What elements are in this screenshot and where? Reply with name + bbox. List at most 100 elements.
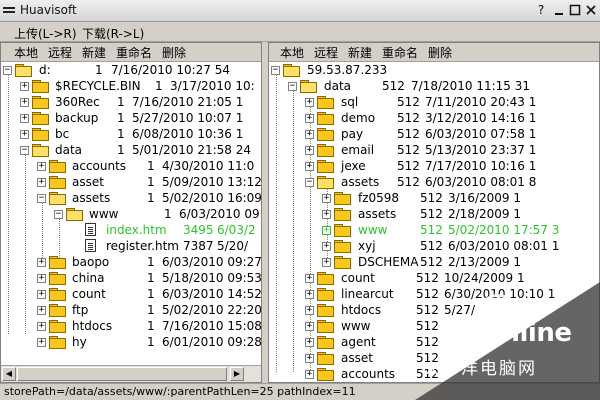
scroll-left-arrow-icon[interactable]: ◀ — [2, 367, 16, 381]
close-button[interactable] — [584, 3, 598, 17]
row-label: pay — [341, 127, 364, 141]
minimize-icon — [555, 13, 563, 15]
row-size: 512 — [397, 127, 420, 141]
expand-icon[interactable]: + — [37, 178, 46, 187]
expand-icon[interactable]: + — [322, 258, 331, 267]
row-label: assets — [358, 207, 397, 221]
row-size: 512 — [397, 143, 420, 157]
row-size: 512 — [420, 207, 443, 221]
expand-icon[interactable]: + — [305, 98, 314, 107]
expand-icon[interactable]: + — [37, 258, 46, 267]
row-label: www — [89, 207, 119, 221]
expand-icon[interactable]: + — [322, 194, 331, 203]
tree-line — [42, 200, 43, 258]
local-delete-button[interactable]: 删除 — [162, 44, 186, 61]
folder-icon — [49, 320, 66, 333]
expand-icon[interactable]: + — [305, 354, 314, 363]
folder-icon — [32, 128, 49, 141]
remote-tab-local[interactable]: 本地 — [280, 44, 304, 61]
expand-icon[interactable]: + — [37, 162, 46, 171]
folder-open-icon — [300, 80, 317, 93]
local-toolbar: 本地 远程 新建 重命名 删除 — [1, 43, 261, 62]
expand-icon[interactable]: + — [305, 338, 314, 347]
expand-icon[interactable]: + — [37, 306, 46, 315]
folder-icon — [334, 208, 351, 221]
expand-icon[interactable]: + — [37, 274, 46, 283]
row-size: 1 — [117, 111, 125, 125]
row-size: 1 — [147, 287, 155, 301]
collapse-icon[interactable]: − — [37, 194, 46, 203]
collapse-icon[interactable]: − — [271, 66, 280, 75]
row-label: www — [358, 223, 388, 237]
row-label: assets — [72, 191, 111, 205]
expand-icon[interactable]: + — [305, 370, 314, 379]
horizontal-scrollbar[interactable]: ◀ ▶ — [1, 365, 261, 382]
expand-icon[interactable]: + — [20, 98, 29, 107]
scroll-right-arrow-icon[interactable]: ▶ — [230, 367, 244, 381]
expand-icon[interactable]: + — [20, 82, 29, 91]
remote-delete-button[interactable]: 删除 — [428, 44, 452, 61]
row-size: 1 — [147, 319, 155, 333]
row-date: 6/03/2010 09:27 — [162, 255, 262, 269]
folder-icon — [32, 112, 49, 125]
row-date: 6/03/2 — [217, 223, 256, 237]
expand-icon[interactable]: + — [305, 290, 314, 299]
expand-icon[interactable]: + — [37, 322, 46, 331]
row-date: 7/16/2010 10:27 54 — [111, 63, 231, 77]
expand-icon[interactable]: + — [322, 210, 331, 219]
remote-tab-remote[interactable]: 远程 — [314, 44, 338, 61]
remote-new-button[interactable]: 新建 — [348, 44, 372, 61]
expand-icon[interactable]: + — [305, 146, 314, 155]
help-button[interactable]: ? — [534, 3, 548, 17]
row-size: 1 — [147, 271, 155, 285]
collapse-icon[interactable]: − — [305, 178, 314, 187]
row-date: 5/13/2010 23:37 1 — [425, 143, 537, 157]
collapse-icon[interactable]: − — [3, 66, 12, 75]
menu-upload[interactable]: 上传(L->R) — [14, 25, 77, 42]
expand-icon[interactable]: + — [20, 114, 29, 123]
scrollbar-thumb[interactable] — [17, 367, 227, 381]
expand-icon[interactable]: + — [322, 242, 331, 251]
expand-icon[interactable]: + — [20, 130, 29, 139]
row-date: 6/03/2010 07:58 1 — [425, 127, 537, 141]
local-new-button[interactable]: 新建 — [82, 44, 106, 61]
minimize-button[interactable] — [552, 3, 566, 17]
expand-icon[interactable]: + — [305, 130, 314, 139]
row-date: 5/02/2010 16:09 — [162, 191, 262, 205]
expand-icon[interactable]: + — [305, 162, 314, 171]
folder-open-icon — [15, 64, 32, 77]
tree-line — [293, 88, 294, 372]
row-date: 6/03/2010 09: — [179, 207, 262, 221]
row-date: 5/02/2010 17:57 3 — [448, 223, 560, 237]
row-label: asset — [341, 351, 373, 365]
expand-icon[interactable]: + — [305, 306, 314, 315]
folder-icon — [334, 192, 351, 205]
app-menu-icon[interactable] — [3, 5, 15, 15]
remote-rename-button[interactable]: 重命名 — [382, 44, 418, 61]
row-label: baopo — [72, 255, 110, 269]
folder-icon — [317, 352, 334, 365]
expand-icon[interactable]: + — [305, 114, 314, 123]
row-label: backup — [55, 111, 99, 125]
folder-icon — [317, 112, 334, 125]
collapse-icon[interactable]: − — [54, 210, 63, 219]
expand-icon[interactable]: + — [37, 338, 46, 347]
row-size: 1 — [147, 335, 155, 349]
collapse-icon[interactable]: − — [20, 146, 29, 155]
expand-icon[interactable]: + — [322, 226, 331, 235]
local-tab-remote[interactable]: 远程 — [48, 44, 72, 61]
folder-icon — [49, 336, 66, 349]
row-size: 1 — [147, 159, 155, 173]
maximize-button[interactable] — [568, 3, 582, 17]
expand-icon[interactable]: + — [37, 290, 46, 299]
local-rename-button[interactable]: 重命名 — [116, 44, 152, 61]
local-tab-local[interactable]: 本地 — [14, 44, 38, 61]
row-label: agent — [341, 335, 376, 349]
tree-line — [25, 152, 26, 334]
menu-download[interactable]: 下载(R->L) — [82, 25, 144, 42]
expand-icon[interactable]: + — [305, 322, 314, 331]
row-size: 1 — [95, 63, 103, 77]
collapse-icon[interactable]: − — [288, 82, 297, 91]
maximize-icon — [569, 4, 581, 16]
expand-icon[interactable]: + — [305, 274, 314, 283]
